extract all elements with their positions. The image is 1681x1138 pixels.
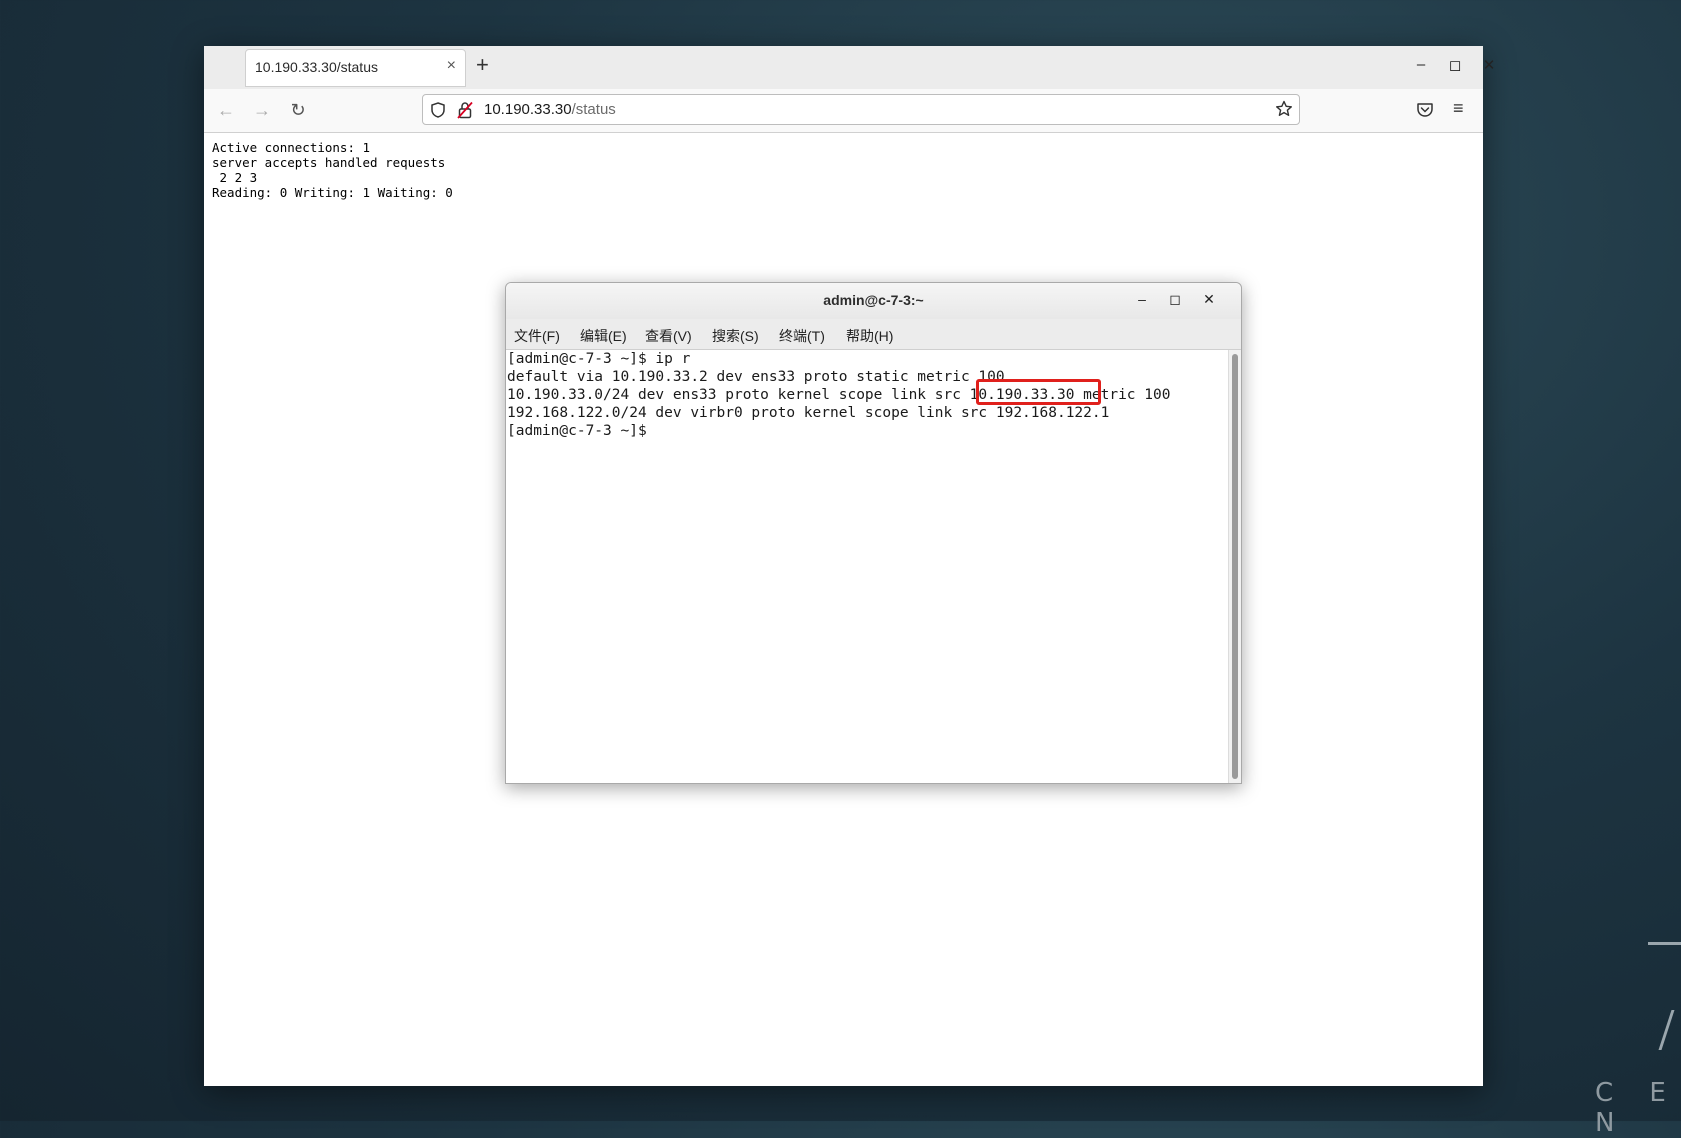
- url-host: 10.190.33.30: [484, 101, 572, 118]
- reload-button[interactable]: ↻: [287, 99, 309, 121]
- menu-view[interactable]: 查看(V): [645, 326, 692, 346]
- desktop-logo-slash: [1658, 1010, 1675, 1050]
- scrollbar-thumb[interactable]: [1232, 354, 1238, 779]
- menu-edit[interactable]: 编辑(E): [580, 326, 627, 346]
- close-button[interactable]: ✕: [1479, 56, 1499, 74]
- terminal-window: admin@c-7-3:~ – ◻ ✕ 文件(F) 编辑(E) 查看(V) 搜索…: [505, 282, 1242, 784]
- terminal-output[interactable]: [admin@c-7-3 ~]$ ip r default via 10.190…: [506, 350, 1229, 783]
- desktop-logo-line: [1648, 942, 1681, 945]
- bookmark-star-icon[interactable]: [1275, 100, 1293, 118]
- menu-terminal[interactable]: 终端(T): [779, 326, 825, 346]
- terminal-titlebar[interactable]: admin@c-7-3:~ – ◻ ✕: [506, 283, 1241, 320]
- terminal-line: 10.190.33.0/24 dev ens33 proto kernel sc…: [507, 387, 1171, 403]
- terminal-menubar: 文件(F) 编辑(E) 查看(V) 搜索(S) 终端(T) 帮助(H): [506, 319, 1241, 350]
- tab-title: 10.190.33.30/status: [255, 59, 378, 75]
- terminal-title: admin@c-7-3:~: [823, 292, 924, 308]
- insecure-lock-icon[interactable]: [457, 101, 473, 119]
- terminal-scrollbar[interactable]: [1228, 350, 1241, 783]
- forward-button[interactable]: →: [251, 99, 273, 121]
- terminal-close-button[interactable]: ✕: [1200, 291, 1218, 308]
- pocket-icon[interactable]: [1416, 101, 1434, 119]
- hamburger-menu-icon[interactable]: ≡: [1453, 98, 1464, 119]
- terminal-line: 192.168.122.0/24 dev virbr0 proto kernel…: [507, 405, 1110, 421]
- terminal-line: default via 10.190.33.2 dev ens33 proto …: [507, 369, 1005, 385]
- menu-file[interactable]: 文件(F): [514, 326, 560, 346]
- new-tab-button[interactable]: +: [476, 52, 489, 78]
- url-text[interactable]: 10.190.33.30/status: [484, 101, 616, 118]
- navigation-bar: ← → ↻ 10.190.33.30/status ≡: [204, 89, 1483, 133]
- terminal-maximize-button[interactable]: ◻: [1166, 291, 1184, 308]
- minimize-button[interactable]: –: [1411, 56, 1431, 73]
- menu-help[interactable]: 帮助(H): [846, 326, 893, 346]
- terminal-line: [admin@c-7-3 ~]$: [507, 423, 647, 439]
- tab-bar: 10.190.33.30/status × + – ◻ ✕: [204, 46, 1495, 90]
- tracking-shield-icon[interactable]: [430, 102, 446, 118]
- terminal-lines: [admin@c-7-3 ~]$ ip r default via 10.190…: [506, 350, 1229, 440]
- tab-close-icon[interactable]: ×: [447, 57, 456, 75]
- back-button[interactable]: ←: [215, 99, 237, 121]
- browser-tab[interactable]: 10.190.33.30/status ×: [245, 49, 466, 87]
- terminal-line: [admin@c-7-3 ~]$ ip r: [507, 351, 691, 367]
- terminal-minimize-button[interactable]: –: [1133, 291, 1151, 307]
- nginx-status-text: Active connections: 1 server accepts han…: [212, 140, 453, 200]
- desktop-wordmark: C E N: [1595, 1078, 1680, 1138]
- url-bar[interactable]: 10.190.33.30/status: [422, 94, 1300, 125]
- maximize-button[interactable]: ◻: [1445, 56, 1465, 74]
- menu-search[interactable]: 搜索(S): [712, 326, 759, 346]
- url-path: /status: [571, 101, 616, 118]
